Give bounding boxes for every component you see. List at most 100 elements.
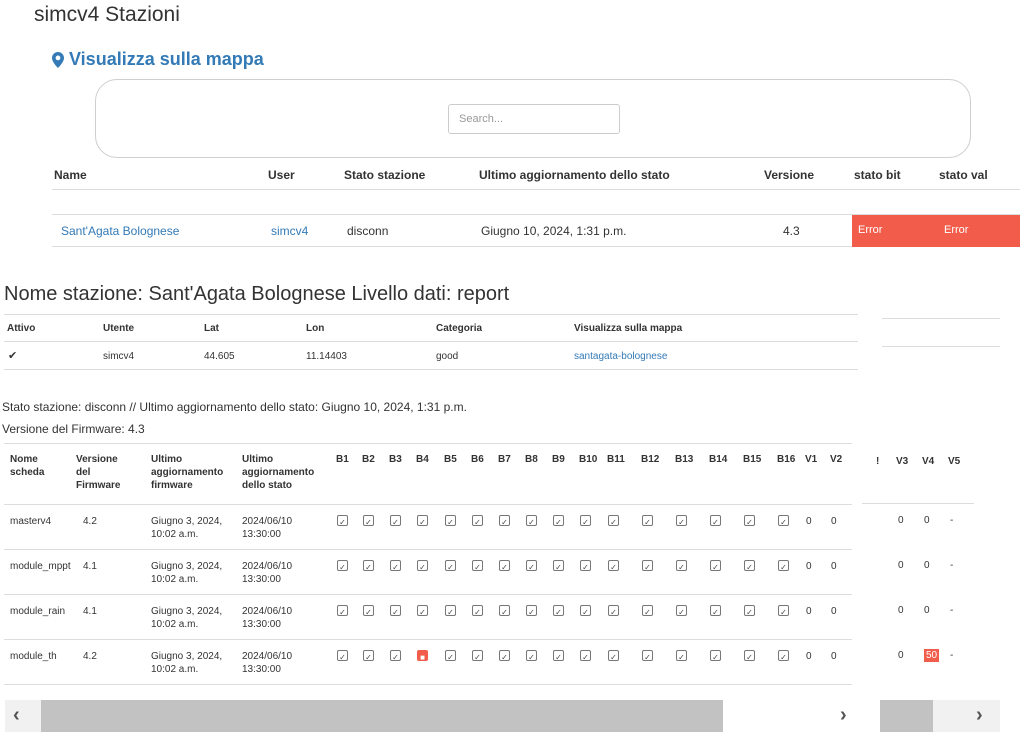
bit-checkbox: ✓ [553, 515, 564, 527]
col-val: V2 [830, 454, 843, 465]
bit-checkbox: ✓ [499, 560, 510, 572]
bit-checkbox: ✓ [390, 560, 401, 572]
bit-error-checkbox: ■ [417, 650, 428, 662]
bit-checkbox: ✓ [526, 560, 537, 572]
table-row: module_rain 4.1 Giugno 3, 2024, 10:02 a.m.… [4, 595, 852, 640]
horizontal-scrollbar[interactable]: ‹ › [5, 700, 847, 732]
bit-checkbox: ✓ [710, 515, 721, 527]
bit-checkbox: ✓ [710, 650, 721, 662]
table-row: 0 0 - [862, 594, 974, 639]
col-categoria: Categoria [436, 323, 483, 334]
station-versione: 4.3 [783, 224, 800, 238]
cell-v3: 0 [898, 560, 904, 571]
col-versione[interactable]: Versione [764, 168, 814, 182]
table-row: 0 0 - [862, 504, 974, 549]
scrollbar-thumb[interactable] [41, 700, 723, 732]
bit-checkbox: ✓ [337, 515, 348, 527]
bit-checkbox: ✓ [710, 605, 721, 617]
station-user-link[interactable]: simcv4 [271, 224, 308, 238]
station-ultimo: Giugno 10, 2024, 1:31 p.m. [481, 224, 627, 238]
bit-checkbox: ✓ [553, 560, 564, 572]
col-val: V5 [948, 456, 961, 467]
cell-ultimo-fw: Giugno 3, 2024, 10:02 a.m. [151, 561, 223, 585]
col-stato-val[interactable]: stato val [939, 168, 988, 182]
col-bit: B16 [777, 454, 796, 465]
bit-checkbox: ✓ [580, 650, 591, 662]
horizontal-scrollbar-right[interactable]: › [880, 700, 1000, 732]
col-bit: B4 [416, 454, 429, 465]
bit-checkbox: ✓ [778, 650, 789, 662]
boards-table-right-header: ! V3 V4 V5 [862, 443, 974, 504]
bit-checkbox: ✓ [363, 515, 374, 527]
map-link[interactable]: Visualizza sulla mappa [52, 49, 264, 70]
info-table-row: ✔ simcv4 44.605 11.14403 good santagata-… [4, 342, 858, 370]
boards-table-right: ! V3 V4 V5 0 0-0 0-0 0-0 50- [862, 443, 974, 696]
col-bit: B7 [498, 454, 511, 465]
col-bit: B13 [675, 454, 694, 465]
cell-v5: - [950, 560, 954, 571]
bit-checkbox: ✓ [744, 605, 755, 617]
bit-checkbox: ✓ [676, 515, 687, 527]
cell-ultimo-stato: 2024/06/10 13:30:00 [242, 606, 293, 630]
cell-v4: 0 [924, 515, 930, 526]
bit-checkbox: ✓ [337, 605, 348, 617]
stato-val-badge: Error [938, 215, 1020, 247]
cell-ultimo-stato: 2024/06/10 13:30:00 [242, 561, 293, 585]
bit-checkbox: ✓ [553, 650, 564, 662]
bit-checkbox: ✓ [778, 515, 789, 527]
search-panel [95, 79, 971, 158]
bit-checkbox: ✓ [390, 515, 401, 527]
cell-versione: 4.2 [83, 651, 97, 662]
bit-checkbox: ✓ [676, 560, 687, 572]
col-bit: B6 [471, 454, 484, 465]
bit-checkbox: ✓ [778, 605, 789, 617]
cell-nome: module_mppt [10, 561, 71, 572]
bit-checkbox: ✓ [499, 515, 510, 527]
col-stato[interactable]: Stato stazione [344, 168, 425, 182]
page-title: simcv4 Stazioni [34, 3, 180, 26]
bit-checkbox: ✓ [608, 650, 619, 662]
chevron-left-icon[interactable]: ‹ [13, 704, 20, 727]
info-utente: simcv4 [103, 351, 135, 362]
col-attivo: Attivo [7, 323, 36, 334]
search-input[interactable] [448, 104, 620, 134]
table-row: 0 50- [862, 639, 974, 684]
bit-checkbox: ✓ [526, 515, 537, 527]
bit-checkbox: ✓ [390, 605, 401, 617]
cell-nome: module_rain [10, 606, 66, 617]
col-name[interactable]: Name [54, 168, 87, 182]
chevron-right-icon[interactable]: › [840, 704, 847, 727]
firmware-line: Versione del Firmware: 4.3 [2, 422, 145, 436]
stato-bit-badge: Error [852, 215, 938, 247]
bit-checkbox: ✓ [608, 560, 619, 572]
cell-v1: 0 [806, 516, 812, 527]
station-stato: disconn [347, 224, 389, 238]
col-val: V3 [896, 456, 909, 467]
stations-table-header: Name User Stato stazione Ultimo aggiorna… [52, 168, 1020, 190]
cell-nome: module_th [10, 651, 57, 662]
station-name-link[interactable]: Sant'Agata Bolognese [61, 224, 179, 238]
info-mappa-link[interactable]: santagata-bolognese [574, 351, 667, 362]
bit-checkbox: ✓ [580, 560, 591, 572]
bit-checkbox: ✓ [526, 605, 537, 617]
scrollbar-thumb[interactable] [880, 700, 933, 732]
cell-v5: - [950, 605, 954, 616]
col-bit: B10 [579, 454, 598, 465]
col-bit: B1 [336, 454, 349, 465]
table-row: 0 0 - [862, 549, 974, 594]
col-user[interactable]: User [268, 168, 295, 182]
col-stato-bit[interactable]: stato bit [854, 168, 901, 182]
cell-v3: 0 [898, 650, 904, 661]
col-bit: B2 [362, 454, 375, 465]
chevron-right-icon[interactable]: › [976, 704, 983, 727]
bit-checkbox: ✓ [553, 605, 564, 617]
bit-checkbox: ✓ [417, 560, 428, 572]
bit-checkbox: ✓ [445, 605, 456, 617]
cell-v3: 0 [898, 515, 904, 526]
col-ultimo[interactable]: Ultimo aggiornamento dello stato [479, 168, 670, 182]
cell-versione: 4.2 [83, 516, 97, 527]
bit-checkbox: ✓ [676, 605, 687, 617]
cell-v4: 0 [924, 560, 930, 571]
col-ultimo-fw: Ultimo aggiornamento firmware [151, 454, 224, 491]
map-link-label[interactable]: Visualizza sulla mappa [69, 49, 264, 70]
